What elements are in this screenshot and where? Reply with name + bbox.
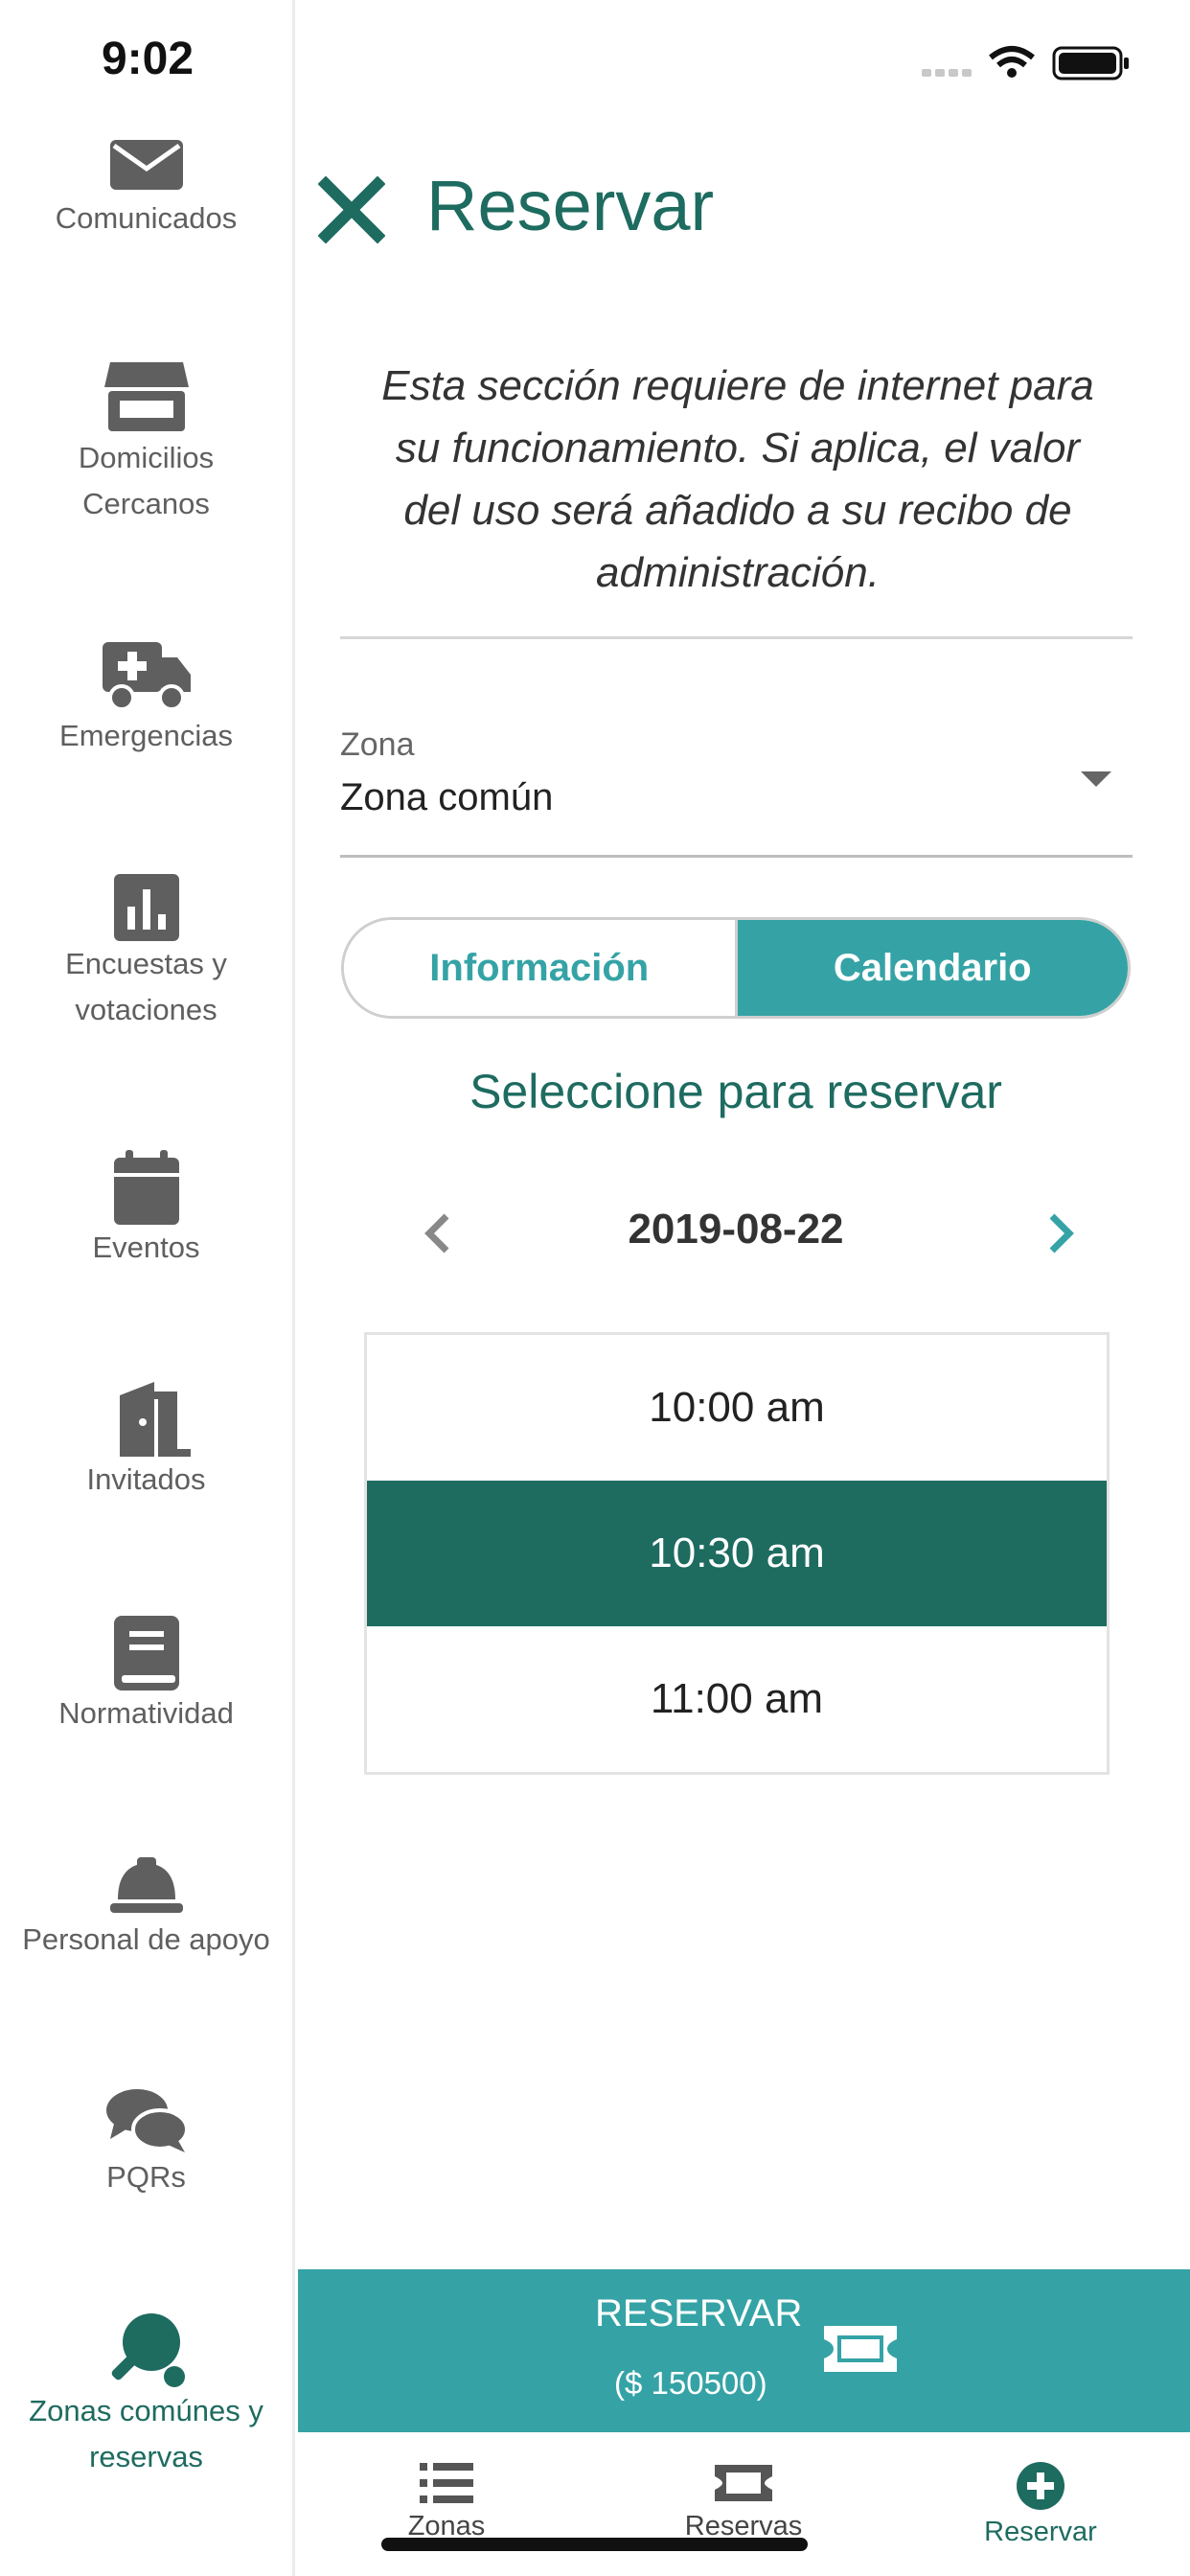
sidebar-item-label: Emergencias (59, 719, 233, 752)
divider (340, 855, 1133, 858)
sidebar-item-eventos[interactable]: Eventos (0, 1150, 292, 1271)
sidebar-item-label: Eventos (92, 1230, 200, 1264)
hard-hat-icon (109, 1857, 183, 1913)
tab-label: Reservar (984, 2517, 1097, 2547)
internet-notice: Esta sección requiere de internet para s… (381, 362, 1094, 596)
store-icon (103, 362, 189, 431)
page-title: Reservar (426, 166, 715, 245)
poll-icon (113, 874, 179, 941)
sidebar-item-label: Comunicados (55, 201, 238, 235)
reserve-price: ($ 150500) (614, 2365, 767, 2401)
time-slot-list: 10:00 am 10:30 am 11:00 am (364, 1332, 1110, 1775)
sidebar-item-label: Personal de apoyo (22, 1922, 270, 1956)
bottom-tab-bar: Zonas Reservas Reservar (298, 2432, 1190, 2576)
sidebar-item-label: Normatividad (58, 1696, 234, 1730)
sidebar-item-zonas[interactable]: Zonas comúnes y reservas (0, 2312, 292, 2472)
sidebar-item-label: Domicilios Cercanos (78, 441, 215, 520)
sidebar-item-pqrs[interactable]: PQRs (0, 2085, 292, 2200)
door-icon (103, 1382, 191, 1457)
close-icon[interactable] (318, 176, 385, 243)
select-title: Seleccione para reservar (469, 1065, 1002, 1118)
ticket-icon (824, 2326, 897, 2372)
time-slot[interactable]: 10:00 am (367, 1335, 1107, 1481)
reserve-button[interactable]: RESERVAR ($ 150500) (298, 2269, 1190, 2432)
sidebar: 9:02 Comunicados Domicilios Cercanos Eme… (0, 0, 295, 2576)
time-slot-selected[interactable]: 10:30 am (367, 1481, 1107, 1626)
list-icon (420, 2463, 473, 2503)
sidebar-item-comunicados[interactable]: Comunicados (0, 132, 292, 242)
tab-zonas[interactable]: Zonas (298, 2432, 595, 2542)
chevron-left-icon[interactable] (423, 1212, 452, 1254)
sidebar-item-encuestas[interactable]: Encuestas y votaciones (0, 874, 292, 1033)
sidebar-item-invitados[interactable]: Invitados (0, 1382, 292, 1503)
plus-circle-icon (1017, 2462, 1064, 2510)
wifi-icon (989, 46, 1035, 78)
status-time: 9:02 (101, 34, 195, 84)
sidebar-item-label: Invitados (86, 1462, 206, 1496)
selected-date: 2019-08-22 (628, 1206, 844, 1253)
tab-informacion[interactable]: Información (344, 920, 738, 1016)
battery-icon (1052, 46, 1129, 80)
sidebar-item-normatividad[interactable]: Normatividad (0, 1616, 292, 1736)
divider (340, 636, 1133, 639)
calendar-icon (113, 1150, 179, 1225)
book-icon (113, 1616, 179, 1690)
sidebar-item-label: Encuestas y votaciones (65, 947, 227, 1026)
zona-label: Zona (340, 726, 415, 763)
sidebar-item-label: PQRs (106, 2160, 186, 2194)
sidebar-item-label: Zonas comúnes y reservas (29, 2394, 263, 2472)
envelope-icon (109, 140, 183, 190)
tab-reservas[interactable]: Reservas (595, 2432, 892, 2542)
ping-pong-icon (111, 2313, 185, 2387)
zona-value[interactable]: Zona común (340, 776, 553, 819)
chevron-down-icon[interactable] (1079, 770, 1113, 789)
home-indicator (381, 2538, 808, 2551)
tab-reservar[interactable]: Reservar (892, 2432, 1189, 2548)
tab-calendario[interactable]: Calendario (737, 920, 1128, 1016)
segmented-control: Información Calendario (341, 917, 1131, 1019)
signal-icon (922, 69, 972, 77)
sidebar-item-domicilios[interactable]: Domicilios Cercanos (0, 358, 292, 527)
chevron-right-icon[interactable] (1046, 1212, 1075, 1254)
ticket-icon (715, 2465, 772, 2501)
comments-icon (105, 2089, 189, 2152)
ambulance-icon (102, 642, 191, 711)
status-indicators (922, 46, 1129, 80)
time-slot[interactable]: 11:00 am (367, 1626, 1107, 1772)
sidebar-item-emergencias[interactable]: Emergencias (0, 638, 292, 759)
sidebar-item-personal[interactable]: Personal de apoyo (0, 1857, 292, 1963)
